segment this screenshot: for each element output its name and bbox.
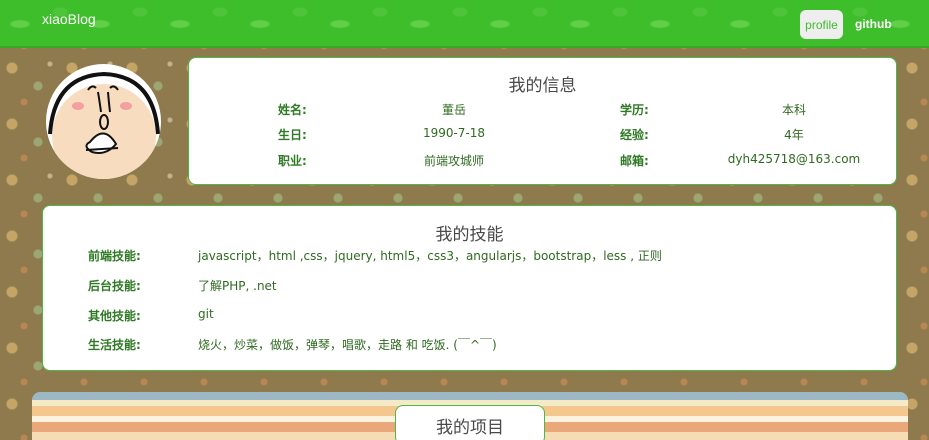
nav-profile-link[interactable]: profile xyxy=(800,10,843,39)
skill-value-life: 烧火，炒菜，做饭，弹琴，唱歌，走路 和 吃饭. (￣^￣) xyxy=(198,338,497,352)
my-skills-panel: 我的技能 前端技能: javascript，html ,css，jquery, … xyxy=(42,205,897,371)
skill-value-frontend: javascript，html ,css，jquery, html5，css3，… xyxy=(198,249,662,263)
skill-value-other: git xyxy=(198,307,214,321)
top-navbar: xiaoBlog profile github xyxy=(0,0,929,48)
info-value-email: dyh425718@163.com xyxy=(727,152,861,166)
my-info-panel: 我的信息 姓名: 董岳 学历: 本科 生日: 1990-7-18 经验: 4年 … xyxy=(188,57,897,185)
info-value-name: 董岳 xyxy=(441,103,466,117)
info-label-birthday: 生日: xyxy=(278,128,307,142)
info-value-experience: 4年 xyxy=(784,128,804,142)
skill-value-backend: 了解PHP, .net xyxy=(198,279,277,293)
info-label-email: 邮箱: xyxy=(620,154,649,168)
info-value-education: 本科 xyxy=(781,103,806,117)
info-value-job: 前端攻城师 xyxy=(423,154,484,168)
info-label-education: 学历: xyxy=(620,103,649,117)
cartoon-face-icon xyxy=(48,71,160,179)
skill-label-backend: 后台技能: xyxy=(88,279,141,293)
info-label-experience: 经验: xyxy=(620,128,649,142)
panel-title: 我的技能 xyxy=(435,225,504,245)
skill-label-other: 其他技能: xyxy=(88,309,141,323)
avatar xyxy=(46,64,161,179)
nav-github-link[interactable]: github xyxy=(855,17,892,31)
panel-title: 我的信息 xyxy=(508,76,577,96)
skill-label-frontend: 前端技能: xyxy=(88,249,141,263)
brand-logo[interactable]: xiaoBlog xyxy=(42,11,96,27)
projects-title: 我的项目 xyxy=(395,405,545,440)
info-label-name: 姓名: xyxy=(278,103,307,117)
info-value-birthday: 1990-7-18 xyxy=(422,126,486,140)
skill-label-life: 生活技能: xyxy=(88,338,141,352)
info-label-job: 职业: xyxy=(278,154,307,168)
